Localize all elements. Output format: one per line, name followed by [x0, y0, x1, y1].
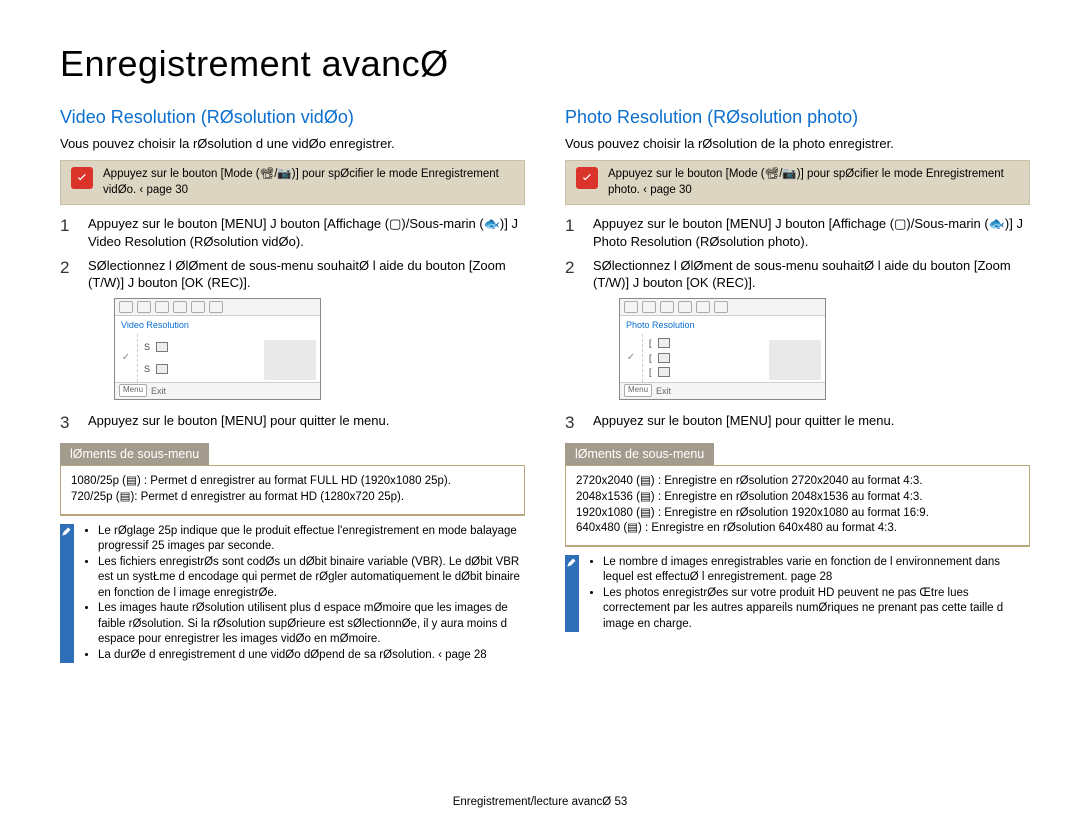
note-item: La durØe d enregistrement d une vidØo dØ…: [98, 648, 525, 664]
mode-tip-photo: Appuyez sur le bouton [Mode (📽/📷)] pour …: [565, 160, 1030, 205]
submenu-items-video: 1080/25p (▤) : Permet d enregistrer au f…: [60, 465, 525, 515]
submenu-header: lØments de sous-menu: [60, 443, 209, 466]
note-item: Les images haute rØsolution utilisent pl…: [98, 601, 525, 648]
checkmark-icon: ✓: [122, 351, 130, 365]
cam-item: [: [649, 366, 759, 378]
photo-intro: Vous pouvez choisir la rØsolution de la …: [565, 135, 1030, 153]
checkmark-icon: ✓: [627, 351, 635, 365]
map-thumbnail: [264, 340, 316, 380]
cam-item: S: [144, 341, 254, 353]
film-icon: [642, 301, 656, 313]
note-item: Le rØglage 25p indique que le produit ef…: [98, 524, 525, 555]
submenu-items-photo: 2720x2040 (▤) : Enregistre en rØsolution…: [565, 465, 1030, 546]
battery-icon: [155, 301, 169, 313]
video-notes: Le rØglage 25p indique que le produit ef…: [60, 524, 525, 664]
picture-icon: [173, 301, 187, 313]
submenu-header: lØments de sous-menu: [565, 443, 714, 466]
camera-title: Video Resolution: [115, 316, 320, 334]
info-icon: [60, 524, 74, 664]
battery-icon: [660, 301, 674, 313]
info-icon: [565, 555, 579, 633]
tip-text: Appuyez sur le bouton [Mode (📽/📷)] pour …: [608, 167, 1019, 198]
picture-icon: [678, 301, 692, 313]
note-item: Les fichiers enregistrØs sont codØs un d…: [98, 555, 525, 602]
video-step-2: SØlectionnez l ØlØment de sous-menu souh…: [88, 257, 525, 292]
gear-icon: [624, 301, 638, 313]
palette-icon: [696, 301, 710, 313]
page-title: Enregistrement avancØ: [60, 40, 1030, 89]
check-icon: [576, 167, 598, 189]
camera-title: Photo Resolution: [620, 316, 825, 334]
menu-button-label: Menu: [119, 384, 147, 397]
video-step-3: Appuyez sur le bouton [MENU] pour quitte…: [88, 412, 525, 435]
cam-item: S: [144, 363, 254, 375]
video-intro: Vous pouvez choisir la rØsolution d une …: [60, 135, 525, 153]
gear-icon: [119, 301, 133, 313]
video-camera-screenshot: Video Resolution ✓ S S Menu: [114, 298, 321, 400]
video-step-1: Appuyez sur le bouton [MENU] J bouton [A…: [88, 215, 525, 250]
exit-label: Exit: [151, 385, 166, 397]
photo-step-1: Appuyez sur le bouton [MENU] J bouton [A…: [593, 215, 1030, 250]
photo-step-2: SØlectionnez l ØlØment de sous-menu souh…: [593, 257, 1030, 292]
section-heading-photo: Photo Resolution (RØsolution photo): [565, 105, 1030, 129]
page-footer: Enregistrement/lecture avancØ 53: [0, 795, 1080, 811]
note-item: Les photos enregistrØes sur votre produi…: [603, 586, 1030, 633]
photo-camera-screenshot: Photo Resolution ✓ [ [ [: [619, 298, 826, 400]
photo-notes: Le nombre d images enregistrables varie …: [565, 555, 1030, 633]
film-icon: [137, 301, 151, 313]
mode-tip-video: Appuyez sur le bouton [Mode (📽/📷)] pour …: [60, 160, 525, 205]
palette-icon: [191, 301, 205, 313]
video-steps: Appuyez sur le bouton [MENU] J bouton [A…: [60, 215, 525, 434]
fish-icon: [714, 301, 728, 313]
check-icon: [71, 167, 93, 189]
section-heading-video: Video Resolution (RØsolution vidØo): [60, 105, 525, 129]
cam-item: [: [649, 337, 759, 349]
menu-button-label: Menu: [624, 384, 652, 397]
cam-item: [: [649, 352, 759, 364]
video-resolution-section: Video Resolution (RØsolution vidØo) Vous…: [60, 97, 525, 670]
map-thumbnail: [769, 340, 821, 380]
photo-resolution-section: Photo Resolution (RØsolution photo) Vous…: [565, 97, 1030, 670]
tip-text: Appuyez sur le bouton [Mode (📽/📷)] pour …: [103, 167, 514, 198]
exit-label: Exit: [656, 385, 671, 397]
fish-icon: [209, 301, 223, 313]
note-item: Le nombre d images enregistrables varie …: [603, 555, 1030, 586]
photo-steps: Appuyez sur le bouton [MENU] J bouton [A…: [565, 215, 1030, 434]
photo-step-3: Appuyez sur le bouton [MENU] pour quitte…: [593, 412, 1030, 435]
